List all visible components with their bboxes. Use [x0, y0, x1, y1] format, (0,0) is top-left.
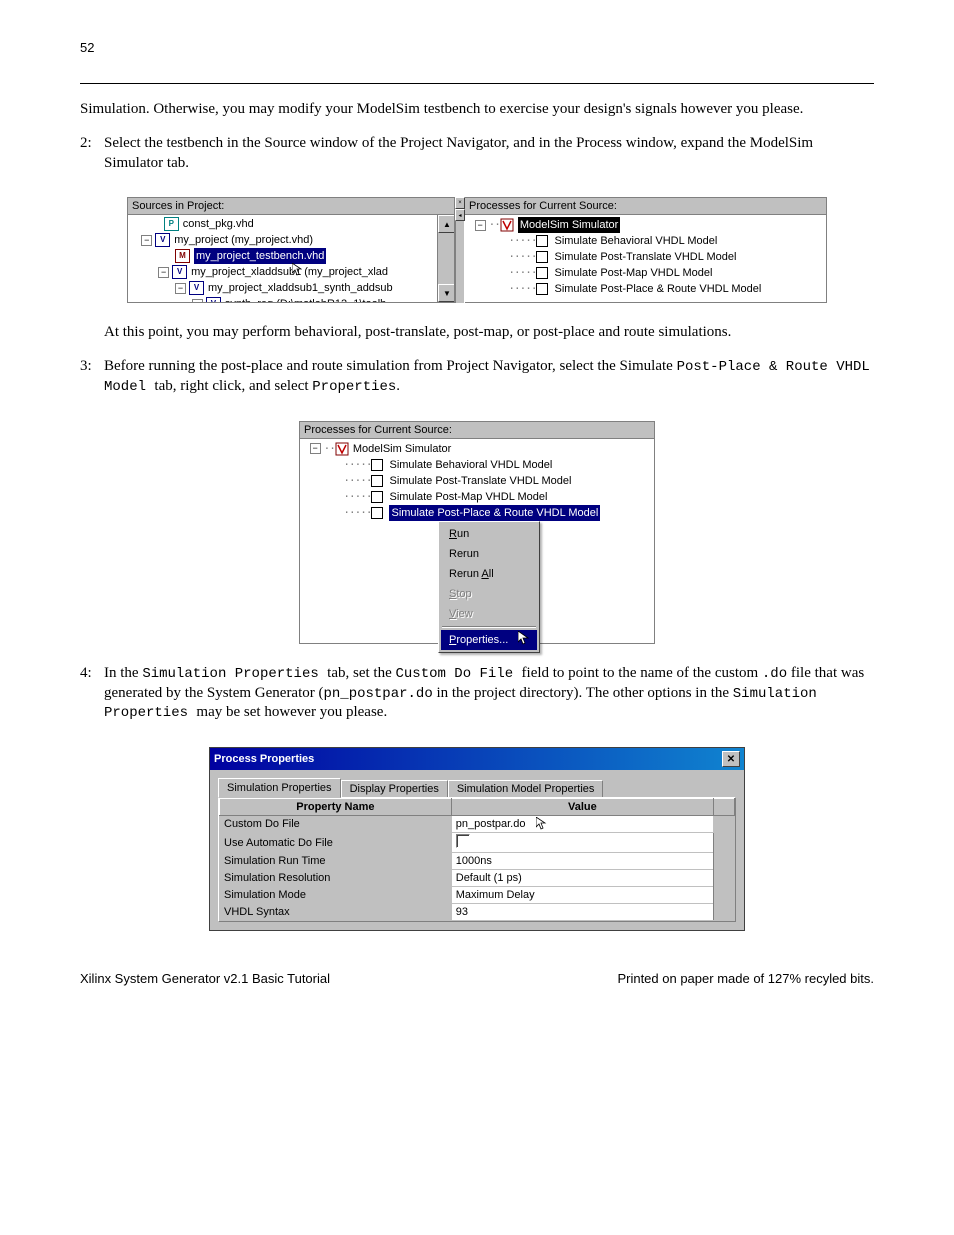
intro-paragraph: Simulation. Otherwise, you may modify yo… — [80, 100, 874, 120]
selected-source: my_project_testbench.vhd — [194, 248, 326, 264]
module-icon: M — [175, 249, 190, 263]
menu-rerun[interactable]: Rerun — [441, 544, 537, 564]
tree-item-post-map-2[interactable]: ····· Simulate Post-Map VHDL Model — [304, 489, 650, 505]
tool-icon — [500, 218, 514, 232]
tree-item-xladdsub1[interactable]: − V my_project_xladdsub1 (my_project_xla… — [130, 264, 437, 280]
tab-simulation-properties[interactable]: Simulation Properties — [218, 778, 341, 798]
footer-left-text: Xilinx System Generator v2.1 Basic Tutor… — [80, 971, 330, 986]
tree-item-post-place[interactable]: ····· Simulate Post-Place & Route VHDL M… — [469, 281, 822, 297]
table-row[interactable]: Simulation Run Time 1000ns — [220, 853, 735, 870]
properties-table: Property Name Value Custom Do File pn_po… — [219, 798, 735, 921]
menu-view: View — [441, 604, 537, 624]
step3-number: 3: — [80, 357, 104, 397]
mid-paragraph: At this point, you may perform behaviora… — [104, 323, 874, 343]
cursor-icon — [536, 817, 547, 835]
dialog-titlebar: Process Properties ✕ — [210, 748, 744, 770]
footer-right-text: Printed on paper made of 127% recyled bi… — [617, 971, 874, 986]
menu-separator — [442, 626, 536, 628]
tree-item-modelsim-2[interactable]: − ·· ModelSim Simulator — [304, 441, 650, 457]
table-row[interactable]: Simulation Resolution Default (1 ps) — [220, 870, 735, 887]
tree-item-post-translate[interactable]: ····· Simulate Post-Translate VHDL Model — [469, 249, 822, 265]
table-row[interactable]: VHDL Syntax 93 — [220, 904, 735, 921]
close-button[interactable]: ✕ — [722, 751, 740, 767]
cursor-icon — [292, 263, 302, 282]
step4-text: In the Simulation Properties tab, set th… — [104, 664, 874, 723]
process-icon — [371, 475, 383, 487]
process-icon — [371, 491, 383, 503]
vhdl-icon: V — [206, 297, 221, 302]
scroll-up-icon[interactable]: ▲ — [438, 215, 454, 233]
close-x-icon[interactable]: × — [455, 197, 465, 209]
tab-display-properties[interactable]: Display Properties — [341, 780, 448, 797]
header-rule — [80, 83, 874, 84]
step2-number: 2: — [80, 134, 104, 174]
table-row[interactable]: Custom Do File pn_postpar.do — [220, 816, 735, 833]
checkbox-unchecked[interactable] — [456, 834, 470, 848]
processes-panel-title: Processes for Current Source: — [465, 198, 826, 215]
tree-item-my-project[interactable]: − V my_project (my_project.vhd) — [130, 232, 437, 248]
tree-item-modelsim[interactable]: − ·· ModelSim Simulator — [469, 217, 822, 233]
vhdl-icon: V — [172, 265, 187, 279]
processes-panel-title-2: Processes for Current Source: — [300, 422, 654, 439]
step3-text: Before running the post-place and route … — [104, 357, 874, 397]
tree-item-post-translate-2[interactable]: ····· Simulate Post-Translate VHDL Model — [304, 473, 650, 489]
package-icon: P — [164, 217, 179, 231]
page-number: 52 — [80, 40, 874, 55]
dialog-title: Process Properties — [214, 753, 314, 765]
process-icon — [371, 507, 383, 519]
tab-simulation-model-properties[interactable]: Simulation Model Properties — [448, 780, 604, 797]
process-icon — [536, 267, 548, 279]
vhdl-icon: V — [155, 233, 170, 247]
tree-item-behavioral[interactable]: ····· Simulate Behavioral VHDL Model — [469, 233, 822, 249]
table-row[interactable]: Use Automatic Do File — [220, 833, 735, 853]
cursor-icon — [518, 631, 530, 652]
scroll-down-icon[interactable]: ▼ — [438, 284, 454, 302]
col-property-name: Property Name — [220, 799, 452, 816]
collapse-icon[interactable]: − — [192, 299, 203, 303]
tree-item-testbench[interactable]: M my_project_testbench.vhd — [130, 248, 437, 264]
process-icon — [536, 283, 548, 295]
menu-rerun-all[interactable]: Rerun All — [441, 564, 537, 584]
step4-number: 4: — [80, 664, 104, 723]
col-value: Value — [451, 799, 713, 816]
scrollbar-vertical[interactable] — [714, 816, 735, 921]
scrollbar-vertical[interactable]: ▲ ▼ — [437, 215, 454, 302]
sources-panel-title: Sources in Project: — [128, 198, 454, 215]
process-icon — [536, 251, 548, 263]
tool-icon — [335, 442, 349, 456]
tree-item-synth-addsub[interactable]: − V my_project_xladdsub1_synth_addsub — [130, 280, 437, 296]
splitter-handle[interactable]: × ◂ — [455, 197, 465, 303]
tree-item-const-pkg[interactable]: P const_pkg.vhd — [130, 216, 437, 232]
menu-stop: Stop — [441, 584, 537, 604]
vhdl-icon: V — [189, 281, 204, 295]
selected-process-2: Simulate Post-Place & Route VHDL Model — [389, 505, 600, 521]
tree-item-behavioral-2[interactable]: ····· Simulate Behavioral VHDL Model — [304, 457, 650, 473]
figure-context-menu: Processes for Current Source: − ·· Model… — [299, 421, 655, 644]
collapse-icon[interactable]: − — [141, 235, 152, 246]
step2-text: Select the testbench in the Source windo… — [104, 134, 874, 174]
collapse-icon[interactable]: − — [310, 443, 321, 454]
selected-process: ModelSim Simulator — [518, 217, 620, 233]
page-footer: Xilinx System Generator v2.1 Basic Tutor… — [80, 971, 874, 986]
tree-item-synth-reg[interactable]: − V synth_reg (D:\matlabR12_1\toolb — [130, 296, 437, 302]
tree-item-post-place-2[interactable]: ····· Simulate Post-Place & Route VHDL M… — [304, 505, 650, 521]
tree-item-post-map[interactable]: ····· Simulate Post-Map VHDL Model — [469, 265, 822, 281]
collapse-icon[interactable]: − — [475, 220, 486, 231]
process-icon — [371, 459, 383, 471]
figure-sources-processes: Sources in Project: P const_pkg.vhd − V — [127, 197, 827, 303]
collapse-icon[interactable]: − — [158, 267, 169, 278]
process-icon — [536, 235, 548, 247]
collapse-icon[interactable]: − — [175, 283, 186, 294]
table-row[interactable]: Simulation Mode Maximum Delay — [220, 887, 735, 904]
figure-process-properties: Process Properties ✕ Simulation Properti… — [209, 747, 745, 931]
menu-run[interactable]: Run — [441, 524, 537, 544]
arrow-left-icon[interactable]: ◂ — [455, 209, 465, 221]
